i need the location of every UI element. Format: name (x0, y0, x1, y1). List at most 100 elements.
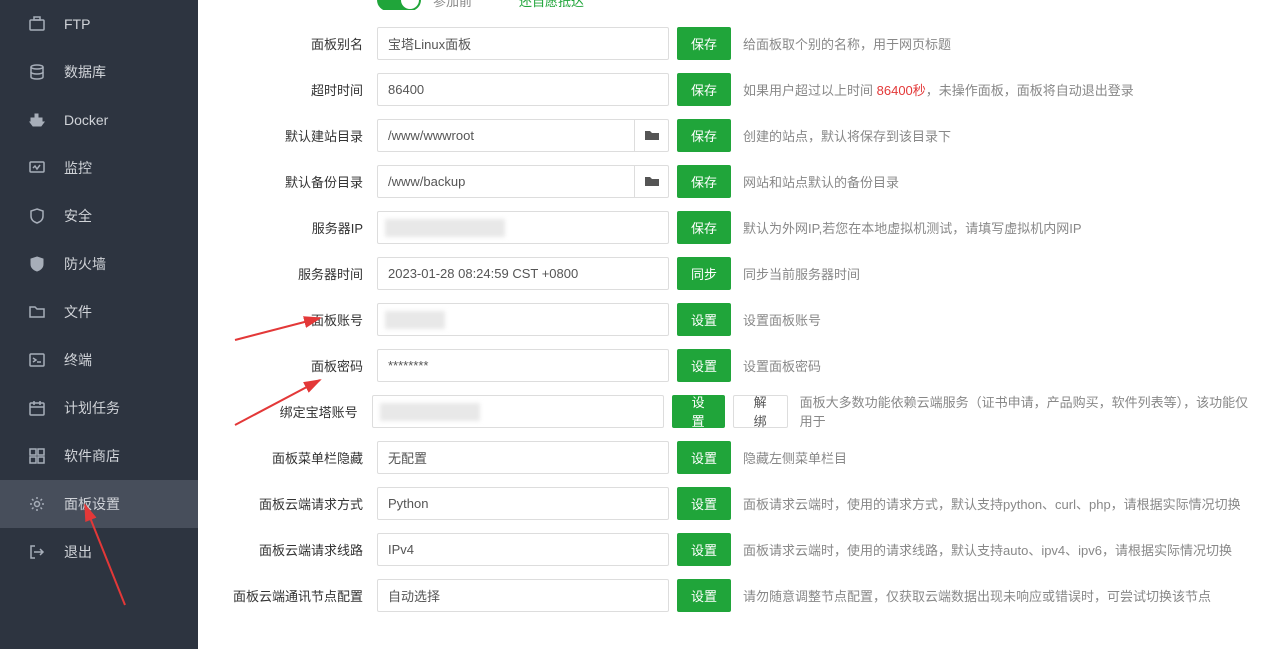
gear-icon (28, 495, 46, 513)
sidebar-item-settings[interactable]: 面板设置 (0, 480, 198, 528)
set-button[interactable]: 设置 (677, 303, 731, 336)
label: 面板别名 (222, 34, 377, 53)
sidebar-item-terminal[interactable]: 终端 (0, 336, 198, 384)
sidebar-item-database[interactable]: 数据库 (0, 48, 198, 96)
label: 服务器IP (222, 218, 377, 237)
row-cloud-route: 面板云端请求线路 设置 面板请求云端时，使用的请求线路，默认支持auto、ipv… (198, 526, 1280, 572)
row-site-path: 默认建站目录 保存 创建的站点，默认将保存到该目录下 (198, 112, 1280, 158)
set-button[interactable]: 设置 (677, 487, 731, 520)
help: 面板请求云端时，使用的请求线路，默认支持auto、ipv4、ipv6，请根据实际… (743, 540, 1232, 559)
help: 默认为外网IP,若您在本地虚拟机测试，请填写虚拟机内网IP (743, 218, 1082, 237)
sidebar-item-label: Docker (64, 112, 108, 128)
sidebar-item-security[interactable]: 安全 (0, 192, 198, 240)
sidebar-item-label: 计划任务 (64, 398, 120, 418)
docker-icon (28, 111, 46, 129)
database-icon (28, 63, 46, 81)
help: 面板请求云端时，使用的请求方式，默认支持python、curl、php，请根据实… (743, 494, 1241, 513)
help: 隐藏左侧菜单栏目 (743, 448, 847, 467)
main-content: 参加前 还自愿抵达 面板别名 保存 给面板取个别的名称，用于网页标题 超时时间 … (198, 0, 1280, 649)
row-cloud-method: 面板云端请求方式 设置 面板请求云端时，使用的请求方式，默认支持python、c… (198, 480, 1280, 526)
panel-pwd-input[interactable] (377, 349, 669, 382)
sidebar-item-label: 防火墙 (64, 254, 106, 274)
label: 面板密码 (222, 356, 377, 375)
panel-alias-input[interactable] (377, 27, 669, 60)
help: 同步当前服务器时间 (743, 264, 860, 283)
row-server-time: 服务器时间 同步 同步当前服务器时间 (198, 250, 1280, 296)
label: 面板云端请求方式 (222, 494, 377, 513)
menu-hide-input[interactable] (377, 441, 669, 474)
monitor-icon (28, 159, 46, 177)
sidebar-item-label: 面板设置 (64, 494, 120, 514)
help: 创建的站点，默认将保存到该目录下 (743, 126, 951, 145)
save-button[interactable]: 保存 (677, 119, 731, 152)
firewall-icon (28, 255, 46, 273)
sidebar-item-store[interactable]: 软件商店 (0, 432, 198, 480)
cloud-node-input[interactable] (377, 579, 669, 612)
help: 给面板取个别的名称，用于网页标题 (743, 34, 951, 53)
help: 设置面板密码 (743, 356, 821, 375)
cloud-route-input[interactable] (377, 533, 669, 566)
set-button[interactable]: 设置 (677, 349, 731, 382)
label: 绑定宝塔账号 (222, 402, 372, 421)
row-panel-alias: 面板别名 保存 给面板取个别的名称，用于网页标题 (198, 20, 1280, 66)
folder-picker-icon[interactable] (634, 165, 669, 198)
save-button[interactable]: 保存 (677, 165, 731, 198)
set-button[interactable]: 设置 (677, 533, 731, 566)
top-row: 参加前 还自愿抵达 (198, 0, 1280, 10)
help: 请勿随意调整节点配置，仅获取云端数据出现未响应或错误时，可尝试切换该节点 (743, 586, 1211, 605)
sidebar: FTP 数据库 Docker 监控 安全 防火墙 文件 终端 计划任务 软件商店… (0, 0, 198, 649)
label: 超时时间 (222, 80, 377, 99)
sidebar-item-label: 退出 (64, 542, 92, 562)
timeout-input[interactable] (377, 73, 669, 106)
row-panel-pwd: 面板密码 设置 设置面板密码 (198, 342, 1280, 388)
row-panel-user: 面板账号 设置 设置面板账号 (198, 296, 1280, 342)
sidebar-item-label: 监控 (64, 158, 92, 178)
server-time-input[interactable] (377, 257, 669, 290)
sidebar-item-files[interactable]: 文件 (0, 288, 198, 336)
row-backup-path: 默认备份目录 保存 网站和站点默认的备份目录 (198, 158, 1280, 204)
help: 网站和站点默认的备份目录 (743, 172, 899, 191)
set-button[interactable]: 设置 (677, 579, 731, 612)
sync-button[interactable]: 同步 (677, 257, 731, 290)
cloud-method-input[interactable] (377, 487, 669, 520)
save-button[interactable]: 保存 (677, 211, 731, 244)
set-button[interactable]: 设置 (677, 441, 731, 474)
row-bind-bt: 绑定宝塔账号 设置 解绑 面板大多数功能依赖云端服务（证书申请，产品购买，软件列… (198, 388, 1280, 434)
sidebar-item-label: 软件商店 (64, 446, 120, 466)
toggle-switch[interactable] (377, 0, 421, 10)
sidebar-item-schedule[interactable]: 计划任务 (0, 384, 198, 432)
site-path-input[interactable] (377, 119, 669, 152)
row-server-ip: 服务器IP 保存 默认为外网IP,若您在本地虚拟机测试，请填写虚拟机内网IP (198, 204, 1280, 250)
row-cloud-node: 面板云端通讯节点配置 设置 请勿随意调整节点配置，仅获取云端数据出现未响应或错误… (198, 572, 1280, 618)
sidebar-item-ftp[interactable]: FTP (0, 0, 198, 48)
sidebar-item-label: 安全 (64, 206, 92, 226)
save-button[interactable]: 保存 (677, 27, 731, 60)
sidebar-item-logout[interactable]: 退出 (0, 528, 198, 576)
sidebar-item-docker[interactable]: Docker (0, 96, 198, 144)
label: 默认建站目录 (222, 126, 377, 145)
sidebar-item-label: 终端 (64, 350, 92, 370)
store-icon (28, 447, 46, 465)
sidebar-item-firewall[interactable]: 防火墙 (0, 240, 198, 288)
sidebar-item-label: 数据库 (64, 62, 106, 82)
sidebar-item-monitor[interactable]: 监控 (0, 144, 198, 192)
backup-path-input[interactable] (377, 165, 669, 198)
label: 面板菜单栏隐藏 (222, 448, 377, 467)
unbind-button[interactable]: 解绑 (733, 395, 788, 428)
label: 面板云端请求线路 (222, 540, 377, 559)
folder-picker-icon[interactable] (634, 119, 669, 152)
ftp-icon (28, 15, 46, 33)
top-help: 参加前 还自愿抵达 (433, 0, 584, 10)
shield-icon (28, 207, 46, 225)
label: 默认备份目录 (222, 172, 377, 191)
logout-icon (28, 543, 46, 561)
folder-icon (28, 303, 46, 321)
save-button[interactable]: 保存 (677, 73, 731, 106)
label: 服务器时间 (222, 264, 377, 283)
label: 面板云端通讯节点配置 (222, 586, 377, 605)
help: 面板大多数功能依赖云端服务（证书申请，产品购买，软件列表等），该功能仅用于 (800, 392, 1256, 430)
row-menu-hide: 面板菜单栏隐藏 设置 隐藏左侧菜单栏目 (198, 434, 1280, 480)
set-button[interactable]: 设置 (672, 395, 725, 428)
schedule-icon (28, 399, 46, 417)
help: 设置面板账号 (743, 310, 821, 329)
